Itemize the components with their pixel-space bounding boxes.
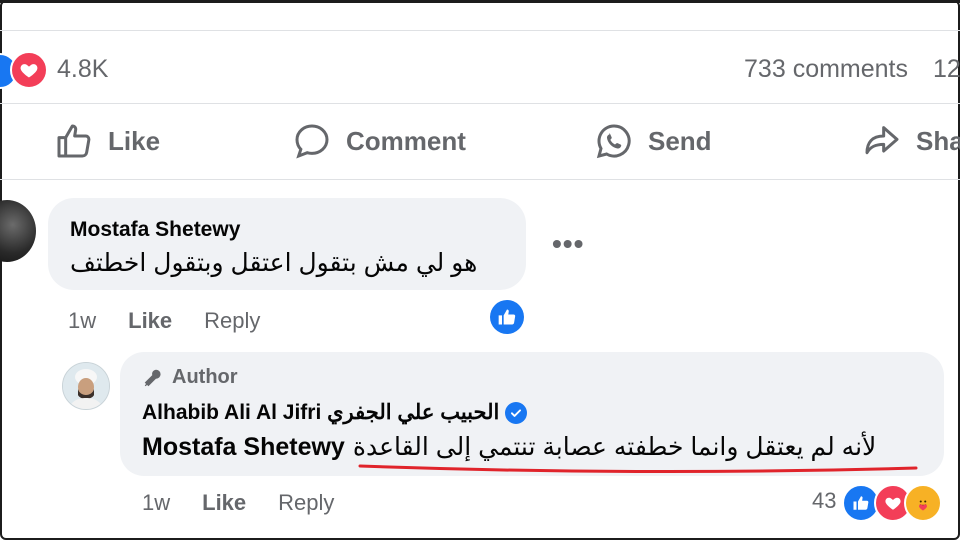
- comment-bubble-icon: [295, 124, 329, 159]
- comments-count[interactable]: 733 comments: [744, 55, 908, 84]
- reply-author-name[interactable]: Alhabib Ali Al Jifri الحبيب علي الجفري: [142, 400, 499, 425]
- comment-meta: 1w Like Reply: [68, 308, 260, 334]
- care-icon[interactable]: [904, 484, 942, 522]
- share-button-label: Share: [916, 125, 960, 156]
- comment-reply-button[interactable]: Reply: [204, 308, 260, 334]
- author-badge: Author: [142, 366, 238, 389]
- share-button[interactable]: Share: [862, 121, 960, 161]
- like-icon[interactable]: [490, 300, 524, 334]
- author-badge-label: Author: [172, 366, 238, 388]
- comment-timestamp[interactable]: 1w: [68, 308, 96, 334]
- share-arrow-icon: [865, 126, 899, 155]
- reply-timestamp[interactable]: 1w: [142, 490, 170, 516]
- red-underline-annotation: [358, 464, 918, 474]
- reply-text: لأنه لم يعتقل وانما خطفته عصابة تنتمي إل…: [352, 433, 877, 461]
- reply-reply-button[interactable]: Reply: [278, 490, 334, 516]
- verified-badge-icon: [505, 401, 528, 424]
- send-button-label: Send: [648, 125, 712, 156]
- comment-button-label: Comment: [346, 125, 466, 156]
- author-avatar[interactable]: [62, 362, 110, 410]
- reply-like-button[interactable]: Like: [202, 490, 246, 516]
- mention-link[interactable]: Mostafa Shetewy: [142, 433, 345, 461]
- reply-author-name-row: Alhabib Ali Al Jifri الحبيب علي الجفري: [142, 400, 528, 425]
- send-button[interactable]: Send: [594, 121, 712, 161]
- shares-count[interactable]: 12: [933, 55, 960, 84]
- like-button[interactable]: Like: [54, 121, 160, 161]
- more-options-icon[interactable]: •••: [552, 228, 584, 260]
- comment-bubble: Mostafa Shetewy هو لي مش بتقول اعتقل وبت…: [48, 198, 526, 290]
- reply-bubble: Author Alhabib Ali Al Jifri الحبيب علي ا…: [120, 352, 944, 476]
- comment-author-name[interactable]: Mostafa Shetewy: [70, 218, 240, 242]
- reply-meta: 1w Like Reply: [142, 490, 334, 516]
- comment-like-button[interactable]: Like: [128, 308, 172, 334]
- post-action-bar: Like Comment Send Share: [0, 103, 960, 180]
- reaction-summary-bar: 4.8K 733 comments 12: [0, 30, 960, 104]
- reaction-count[interactable]: 4.8K: [57, 55, 108, 84]
- like-button-label: Like: [108, 125, 161, 156]
- comment-button[interactable]: Comment: [292, 121, 466, 161]
- comment-text: هو لي مش بتقول اعتقل وبتقول اخطتف: [70, 249, 478, 277]
- whatsapp-icon: [596, 124, 631, 159]
- reply-reaction-count[interactable]: 43: [812, 488, 836, 514]
- thumbs-up-icon: [57, 124, 91, 158]
- microphone-icon: [144, 369, 161, 386]
- reply-text-line: Mostafa Shetewy لأنه لم يعتقل وانما خطفته…: [142, 432, 876, 462]
- love-reaction-icon[interactable]: [10, 51, 48, 89]
